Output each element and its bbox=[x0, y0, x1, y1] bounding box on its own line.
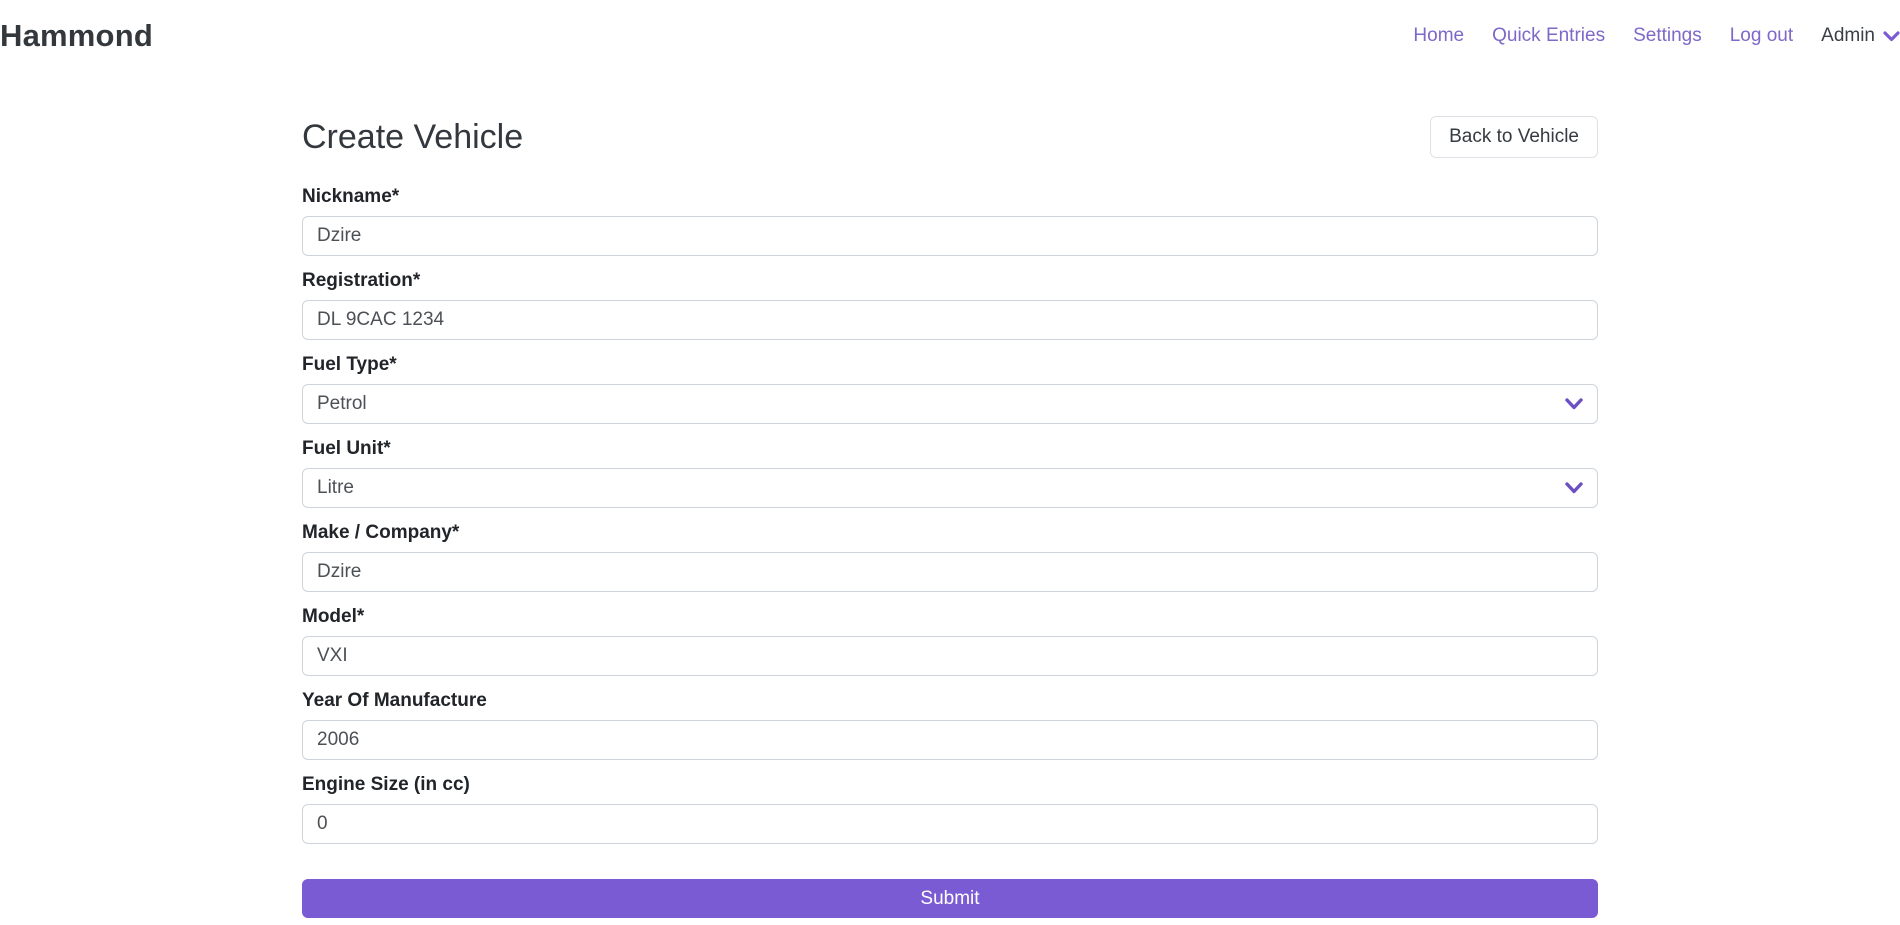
model-field-group: Model* bbox=[302, 606, 1598, 676]
nav-links: Home Quick Entries Settings Log out Admi… bbox=[1413, 25, 1900, 47]
registration-input[interactable] bbox=[302, 300, 1598, 340]
fuel-type-label: Fuel Type* bbox=[302, 354, 1598, 376]
chevron-down-icon bbox=[1565, 482, 1583, 494]
fuel-type-field-group: Fuel Type* Petrol bbox=[302, 354, 1598, 424]
nickname-input[interactable] bbox=[302, 216, 1598, 256]
fuel-unit-field-group: Fuel Unit* Litre bbox=[302, 438, 1598, 508]
back-to-vehicle-button[interactable]: Back to Vehicle bbox=[1430, 116, 1598, 158]
page-header: Create Vehicle Back to Vehicle bbox=[302, 116, 1598, 158]
page-title: Create Vehicle bbox=[302, 118, 523, 157]
year-input[interactable] bbox=[302, 720, 1598, 760]
engine-size-label: Engine Size (in cc) bbox=[302, 774, 1598, 796]
year-field-group: Year Of Manufacture bbox=[302, 690, 1598, 760]
nav-item-home[interactable]: Home bbox=[1413, 25, 1464, 47]
fuel-unit-label: Fuel Unit* bbox=[302, 438, 1598, 460]
chevron-down-icon bbox=[1883, 31, 1900, 42]
engine-size-field-group: Engine Size (in cc) bbox=[302, 774, 1598, 844]
nav-item-settings[interactable]: Settings bbox=[1633, 25, 1702, 47]
model-label: Model* bbox=[302, 606, 1598, 628]
year-label: Year Of Manufacture bbox=[302, 690, 1598, 712]
make-label: Make / Company* bbox=[302, 522, 1598, 544]
admin-dropdown-label: Admin bbox=[1821, 25, 1875, 47]
model-input[interactable] bbox=[302, 636, 1598, 676]
submit-button[interactable]: Submit bbox=[302, 879, 1598, 918]
fuel-unit-selected-value: Litre bbox=[317, 477, 354, 499]
fuel-type-selected-value: Petrol bbox=[317, 393, 367, 415]
create-vehicle-form: Nickname* Registration* Fuel Type* Petro… bbox=[302, 186, 1598, 918]
engine-size-input[interactable] bbox=[302, 804, 1598, 844]
fuel-type-select[interactable]: Petrol bbox=[302, 384, 1598, 424]
make-input[interactable] bbox=[302, 552, 1598, 592]
fuel-unit-select[interactable]: Litre bbox=[302, 468, 1598, 508]
chevron-down-icon bbox=[1565, 398, 1583, 410]
brand-logo[interactable]: Hammond bbox=[0, 18, 153, 54]
navbar: Hammond Home Quick Entries Settings Log … bbox=[0, 0, 1900, 72]
admin-dropdown[interactable]: Admin bbox=[1821, 25, 1900, 47]
registration-field-group: Registration* bbox=[302, 270, 1598, 340]
nickname-field-group: Nickname* bbox=[302, 186, 1598, 256]
make-field-group: Make / Company* bbox=[302, 522, 1598, 592]
nickname-label: Nickname* bbox=[302, 186, 1598, 208]
nav-item-logout[interactable]: Log out bbox=[1730, 25, 1793, 47]
registration-label: Registration* bbox=[302, 270, 1598, 292]
nav-item-quick-entries[interactable]: Quick Entries bbox=[1492, 25, 1605, 47]
main-content: Create Vehicle Back to Vehicle Nickname*… bbox=[302, 116, 1598, 918]
